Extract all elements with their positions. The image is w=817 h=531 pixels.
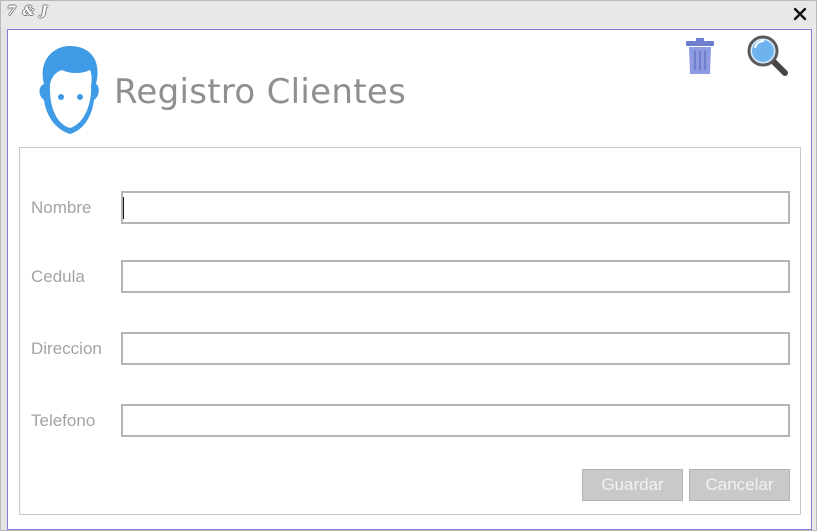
main-content: Registro Clientes Nombre Cedula Direccio… (7, 29, 812, 530)
cancel-button[interactable]: Cancelar (689, 469, 790, 501)
app-window: 7 & J Registro Clientes Nombre Cedula Di… (0, 0, 817, 531)
nombre-label: Nombre (31, 198, 92, 217)
client-form: Nombre Cedula Direccion Telefono Guardar… (19, 147, 801, 515)
user-avatar-icon (34, 44, 104, 140)
telefono-label: Telefono (31, 411, 96, 430)
telefono-input[interactable] (121, 404, 790, 437)
save-button[interactable]: Guardar (582, 469, 683, 501)
trash-icon (686, 38, 714, 74)
search-icon (747, 35, 788, 76)
nombre-input[interactable] (121, 191, 790, 224)
app-title: 7 & J (7, 4, 48, 19)
close-button[interactable] (790, 4, 810, 24)
direccion-label: Direccion (31, 339, 102, 358)
direccion-input[interactable] (121, 332, 790, 365)
cedula-label: Cedula (31, 267, 85, 286)
search-button[interactable] (744, 34, 790, 78)
text-cursor (123, 197, 124, 219)
delete-button[interactable] (684, 36, 716, 76)
page-title: Registro Clientes (114, 72, 407, 112)
title-bar[interactable]: 7 & J (1, 1, 816, 27)
cedula-input[interactable] (121, 260, 790, 293)
close-icon (793, 7, 807, 21)
